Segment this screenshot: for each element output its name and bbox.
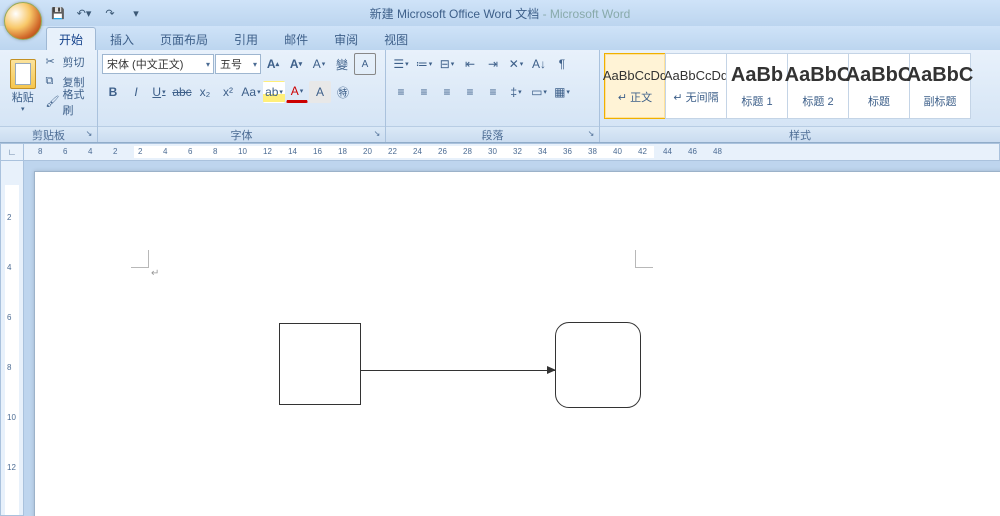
document-canvas[interactable]: ↵ xyxy=(24,161,1000,516)
numbering-button[interactable]: ≔ xyxy=(413,53,435,75)
undo-icon[interactable]: ↶▾ xyxy=(74,3,94,23)
margin-mark-icon xyxy=(635,250,653,268)
style-item[interactable]: AaBbC标题 xyxy=(848,53,910,119)
redo-icon[interactable]: ↷ xyxy=(100,3,120,23)
show-marks-button[interactable]: ¶ xyxy=(551,53,573,75)
dialog-launcher-icon[interactable]: ↘ xyxy=(586,129,596,139)
sort-button[interactable]: A↓ xyxy=(528,53,550,75)
subscript-button[interactable]: x₂ xyxy=(194,81,216,103)
align-left-button[interactable]: ≡ xyxy=(390,81,412,103)
group-font: 宋体 (中文正文) 五号 A▴ A▾ A 變 A B I U abc x₂ x²… xyxy=(98,50,386,142)
increase-indent-button[interactable]: ⇥ xyxy=(482,53,504,75)
tab-视图[interactable]: 视图 xyxy=(372,28,420,50)
highlight-button[interactable]: ab xyxy=(263,81,285,103)
shading-button[interactable]: ▭ xyxy=(528,81,550,103)
underline-button[interactable]: U xyxy=(148,81,170,103)
group-paragraph: ☰ ≔ ⊟ ⇤ ⇥ ✕ A↓ ¶ ≡ ≡ ≡ ≡ ≡ ‡ ▭ ▦ 段落 ↘ xyxy=(386,50,600,142)
text-direction-button[interactable]: ✕ xyxy=(505,53,527,75)
italic-button[interactable]: I xyxy=(125,81,147,103)
align-right-button[interactable]: ≡ xyxy=(436,81,458,103)
line-spacing-button[interactable]: ‡ xyxy=(505,81,527,103)
ribbon-tabs: 开始插入页面布局引用邮件审阅视图 xyxy=(0,26,1000,50)
page[interactable]: ↵ xyxy=(34,171,1000,516)
align-center-button[interactable]: ≡ xyxy=(413,81,435,103)
cut-button[interactable]: ✂剪切 xyxy=(44,53,94,71)
style-item[interactable]: AaBbC副标题 xyxy=(909,53,971,119)
shape-arrow[interactable] xyxy=(361,370,555,371)
shrink-font-button[interactable]: A▾ xyxy=(285,53,307,75)
save-icon[interactable]: 💾 xyxy=(48,3,68,23)
qat-customize-icon[interactable]: ▾ xyxy=(126,3,146,23)
bold-button[interactable]: B xyxy=(102,81,124,103)
style-item[interactable]: AaBb标题 1 xyxy=(726,53,788,119)
quick-access-toolbar: 💾 ↶▾ ↷ ▾ xyxy=(48,3,146,23)
ribbon: 粘贴 ▾ ✂剪切 ⧉复制 🖌格式刷 剪贴板↘ 宋体 (中文正文) 五号 A▴ A… xyxy=(0,50,1000,143)
justify-button[interactable]: ≡ xyxy=(459,81,481,103)
shape-rounded-rectangle[interactable] xyxy=(555,322,641,408)
group-clipboard: 粘贴 ▾ ✂剪切 ⧉复制 🖌格式刷 剪贴板↘ xyxy=(0,50,98,142)
style-item[interactable]: AaBbC标题 2 xyxy=(787,53,849,119)
app-name: - Microsoft Word xyxy=(539,7,630,21)
paragraph-mark-icon: ↵ xyxy=(151,268,159,279)
document-area: ∟ 24681012 86422468101214161820222426283… xyxy=(0,143,1000,516)
paragraph-group-label: 段落 xyxy=(482,130,504,142)
tab-开始[interactable]: 开始 xyxy=(46,27,96,50)
vertical-ruler[interactable]: 24681012 xyxy=(0,161,24,516)
tab-页面布局[interactable]: 页面布局 xyxy=(148,28,220,50)
style-gallery: AaBbCcDd↵ 正文AaBbCcDd↵ 无间隔AaBb标题 1AaBbC标题… xyxy=(604,53,970,119)
font-size-select[interactable]: 五号 xyxy=(215,54,261,74)
dialog-launcher-icon[interactable]: ↘ xyxy=(84,129,94,139)
paste-label: 粘贴 xyxy=(12,89,34,105)
dialog-launcher-icon[interactable]: ↘ xyxy=(372,129,382,139)
paste-icon xyxy=(10,59,36,89)
borders-button[interactable]: ▦ xyxy=(551,81,573,103)
change-case-button[interactable]: Aa xyxy=(240,81,262,103)
tab-插入[interactable]: 插入 xyxy=(98,28,146,50)
char-border-button[interactable]: A xyxy=(354,53,376,75)
clear-format-button[interactable]: A xyxy=(308,53,330,75)
doc-name: 新建 Microsoft Office Word 文档 xyxy=(370,7,540,21)
font-group-label: 字体 xyxy=(231,130,253,142)
decrease-indent-button[interactable]: ⇤ xyxy=(459,53,481,75)
superscript-button[interactable]: x² xyxy=(217,81,239,103)
tab-引用[interactable]: 引用 xyxy=(222,28,270,50)
window-title: 新建 Microsoft Office Word 文档 - Microsoft … xyxy=(370,5,631,22)
title-bar: 💾 ↶▾ ↷ ▾ 新建 Microsoft Office Word 文档 - M… xyxy=(0,0,1000,26)
brush-icon: 🖌 xyxy=(46,95,60,109)
tab-邮件[interactable]: 邮件 xyxy=(272,28,320,50)
styles-group-label: 样式 xyxy=(789,130,811,142)
shape-rectangle[interactable] xyxy=(279,323,361,405)
paste-button[interactable]: 粘贴 ▾ xyxy=(4,53,42,119)
horizontal-ruler[interactable]: 8642246810121416182022242628303234363840… xyxy=(24,143,1000,161)
phonetic-button[interactable]: 變 xyxy=(331,53,353,75)
strike-button[interactable]: abc xyxy=(171,81,193,103)
scissors-icon: ✂ xyxy=(46,55,60,69)
char-shading-button[interactable]: A xyxy=(309,81,331,103)
style-item[interactable]: AaBbCcDd↵ 无间隔 xyxy=(665,53,727,119)
format-painter-button[interactable]: 🖌格式刷 xyxy=(44,93,94,111)
group-styles: AaBbCcDd↵ 正文AaBbCcDd↵ 无间隔AaBb标题 1AaBbC标题… xyxy=(600,50,1000,142)
clipboard-group-label: 剪贴板 xyxy=(32,130,65,142)
style-item[interactable]: AaBbCcDd↵ 正文 xyxy=(604,53,666,119)
grow-font-button[interactable]: A▴ xyxy=(262,53,284,75)
office-button[interactable] xyxy=(4,2,42,40)
copy-icon: ⧉ xyxy=(46,75,60,89)
font-color-button[interactable]: A xyxy=(286,81,308,103)
tab-审阅[interactable]: 审阅 xyxy=(322,28,370,50)
font-name-select[interactable]: 宋体 (中文正文) xyxy=(102,54,214,74)
margin-mark-icon xyxy=(131,250,149,268)
enclose-char-button[interactable]: ㊕ xyxy=(332,81,354,103)
bullets-button[interactable]: ☰ xyxy=(390,53,412,75)
multilevel-button[interactable]: ⊟ xyxy=(436,53,458,75)
distribute-button[interactable]: ≡ xyxy=(482,81,504,103)
tab-selector[interactable]: ∟ xyxy=(0,143,24,161)
